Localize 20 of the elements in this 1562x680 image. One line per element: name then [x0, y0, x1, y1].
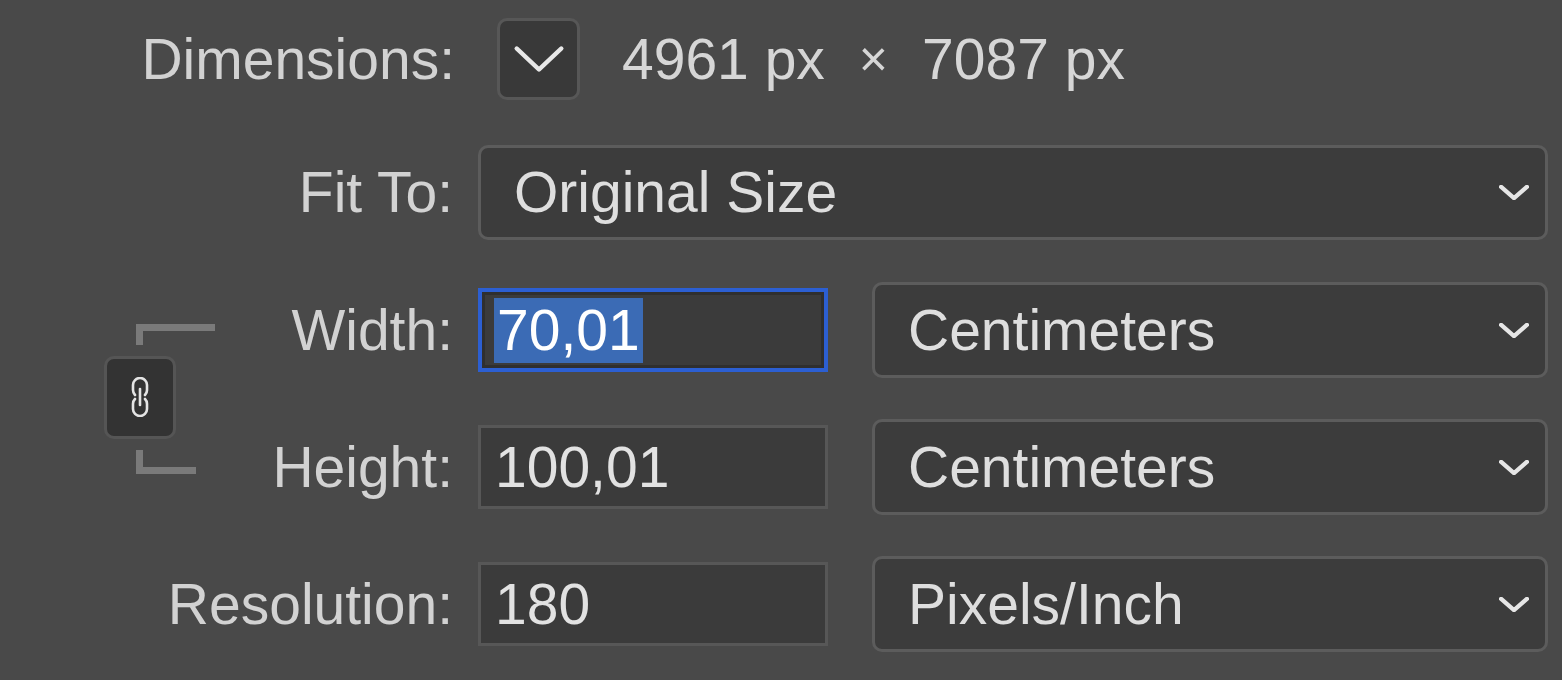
chevron-down-icon [1499, 459, 1529, 475]
number-input-field[interactable]: 180 [478, 562, 828, 646]
chevron-down-icon [1499, 185, 1529, 200]
unit-select[interactable]: Centimeters [872, 282, 1548, 378]
chain-link-icon [130, 377, 150, 417]
unit-select[interactable]: Pixels/Inch [872, 556, 1548, 652]
unit-select[interactable]: Centimeters [872, 419, 1548, 515]
fit-to-label: Fit To: [298, 164, 453, 221]
number-input-field[interactable]: 70,01 [478, 288, 828, 372]
field-label: Resolution: [167, 575, 453, 633]
fit-to-select[interactable]: Original Size [478, 145, 1548, 240]
chevron-down-icon [512, 45, 565, 73]
multiply-sign: × [858, 34, 889, 84]
chevron-down-icon [1499, 596, 1529, 612]
chevron-down-icon [1499, 322, 1529, 338]
dimensions-label: Dimensions: [141, 30, 455, 88]
dimensions-dropdown-button[interactable] [497, 18, 580, 100]
number-input-field[interactable]: 100,01 [478, 425, 828, 509]
field-label: Width: [291, 301, 453, 359]
link-toggle-button[interactable] [104, 355, 176, 439]
